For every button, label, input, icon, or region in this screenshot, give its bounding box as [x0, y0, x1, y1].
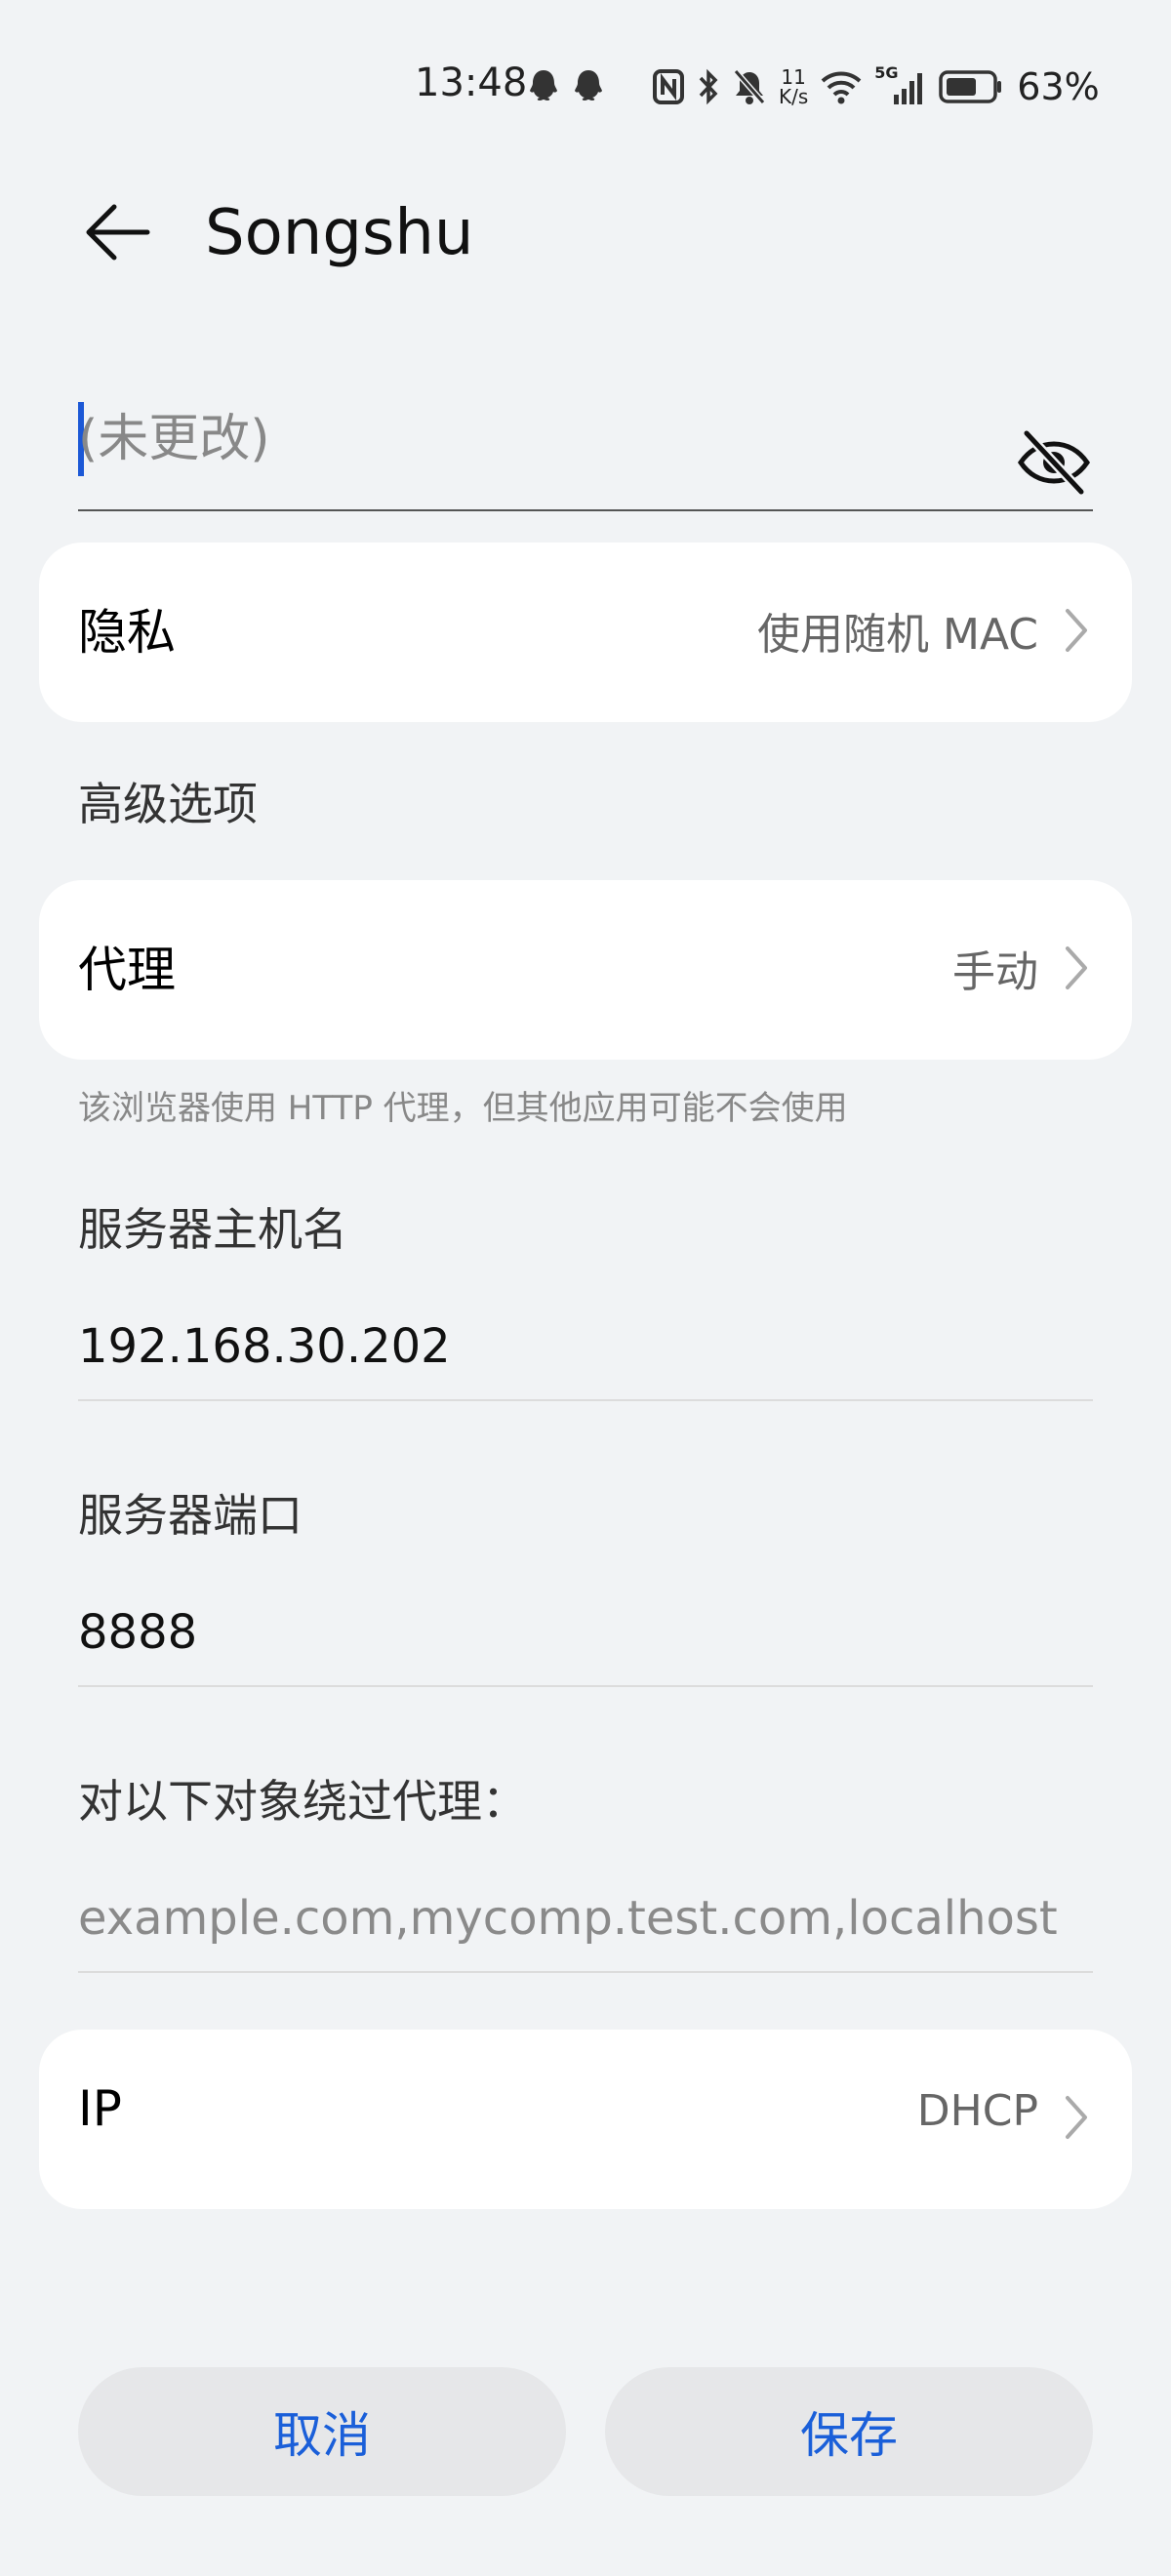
divider: [78, 1399, 1093, 1401]
privacy-row[interactable]: 隐私 使用随机 MAC: [39, 543, 1132, 722]
server-port-input[interactable]: 8888: [78, 1605, 197, 1660]
cellular-signal: 5G: [874, 63, 927, 106]
proxy-row[interactable]: 代理 手动: [39, 880, 1132, 1060]
app-header: Songshu: [0, 176, 1171, 283]
server-port-label: 服务器端口: [78, 1489, 303, 1542]
server-host-label: 服务器主机名: [78, 1203, 347, 1256]
battery-icon: [939, 70, 1002, 103]
save-button[interactable]: 保存: [605, 2367, 1093, 2496]
nfc-icon: [653, 69, 684, 104]
divider: [78, 1685, 1093, 1687]
cancel-button[interactable]: 取消: [78, 2367, 566, 2496]
privacy-value: 使用随机 MAC: [757, 610, 1038, 660]
net-speed: 11 K/s: [779, 65, 809, 108]
proxy-value: 手动: [952, 947, 1038, 997]
password-field-container: [78, 390, 1093, 511]
chevron-right-icon: [1066, 946, 1087, 989]
status-icons: 11 K/s 5G 63%: [527, 62, 1112, 111]
proxy-label: 代理: [78, 942, 176, 998]
page-title: Songshu: [205, 197, 474, 269]
server-host-input[interactable]: 192.168.30.202: [78, 1319, 451, 1374]
back-button[interactable]: [78, 193, 156, 271]
qq-icon: [575, 70, 602, 101]
back-arrow-icon: [86, 204, 150, 261]
proxy-hint: 该浏览器使用 HTTP 代理，但其他应用可能不会使用: [78, 1089, 848, 1128]
bluetooth-icon: [699, 68, 718, 105]
chevron-right-icon: [1066, 2096, 1087, 2139]
password-input[interactable]: [78, 400, 956, 478]
bypass-input[interactable]: example.com,mycomp.test.com,localhost: [78, 1891, 1058, 1946]
wifi-icon: [821, 71, 862, 104]
signal-bars-icon: [894, 73, 923, 104]
privacy-label: 隐私: [78, 604, 176, 661]
chevron-right-icon: [1066, 609, 1087, 652]
eye-off-icon: [1017, 429, 1091, 496]
advanced-options-title: 高级选项: [78, 778, 258, 830]
ip-value: DHCP: [916, 2086, 1038, 2136]
qq-icon: [530, 70, 557, 101]
status-time: 13:48: [415, 60, 528, 105]
ip-row[interactable]: IP DHCP: [39, 2030, 1132, 2209]
bypass-label: 对以下对象绕过代理：: [78, 1775, 527, 1828]
toggle-password-visibility-button[interactable]: [1017, 425, 1091, 500]
status-bar: 13:48 11 K/s 5G 63%: [0, 0, 1171, 117]
battery-percent: 63%: [1017, 65, 1100, 108]
ip-label: IP: [78, 2080, 122, 2137]
divider: [78, 1971, 1093, 1973]
mute-bell-icon: [733, 69, 766, 104]
